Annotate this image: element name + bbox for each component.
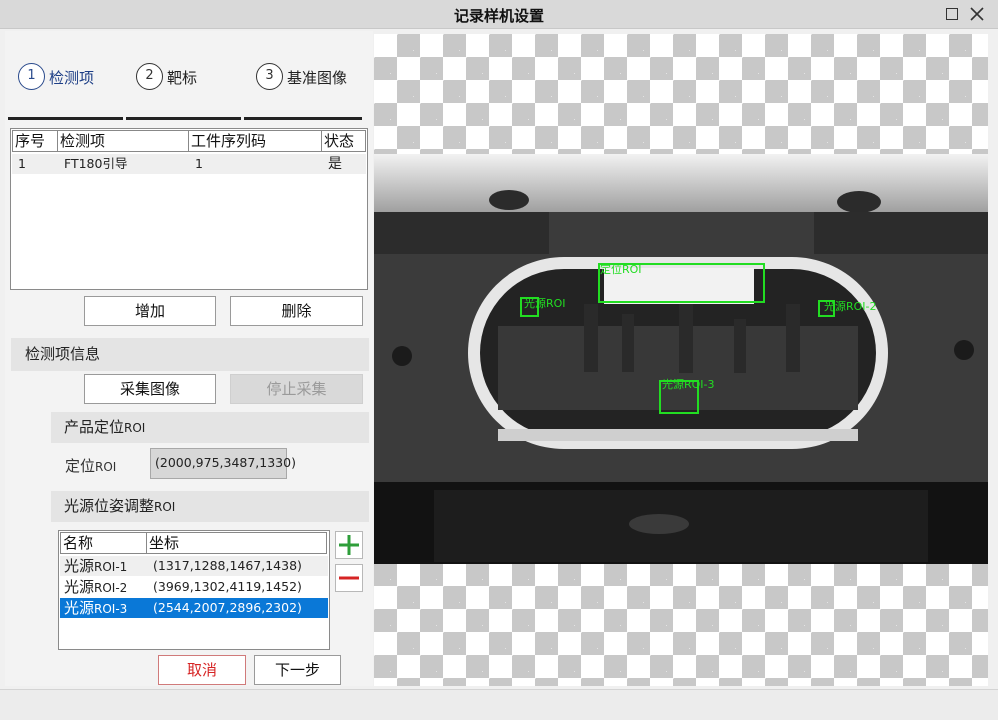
overlay-label-roi1: 光源ROI — [524, 296, 566, 310]
light-roi-table[interactable]: 名称 坐标 光源ROI-1 (1317,1288,1467,1438) 光源RO… — [58, 530, 330, 650]
light-roi-title: 光源位姿调整 — [64, 497, 155, 515]
row-index: 1 — [18, 156, 26, 171]
table-row[interactable]: 光源ROI-2 (3969,1302,4119,1452) — [60, 577, 328, 597]
status-bar — [0, 689, 998, 720]
overlay-label-locate: 定位ROI — [600, 262, 642, 276]
roi-coord: (3969,1302,4119,1452) — [153, 579, 302, 594]
table-header: 名称 坐标 — [60, 532, 327, 554]
roi-name-suffix: ROI-2 — [94, 581, 128, 595]
step-label: 检测项 — [49, 69, 95, 87]
step-label: 靶标 — [167, 69, 198, 87]
table-row[interactable]: 1 FT180引导 1 是 — [12, 154, 366, 174]
locate-roi-value[interactable]: (2000,975,3487,1330) — [150, 448, 296, 479]
detection-items-table[interactable]: 序号 检测项 工件序列码 状态 1 FT180引导 1 是 — [10, 128, 368, 290]
row-serial: 1 — [195, 156, 203, 171]
add-button[interactable]: 增加 — [84, 296, 216, 326]
image-viewer[interactable]: 定位ROI 光源ROI 光源ROI-2 光源ROI-3 — [374, 34, 988, 686]
roi-name-text: 光源 — [64, 599, 95, 617]
cancel-button[interactable]: 取消 — [158, 655, 246, 685]
column-header[interactable]: 名称 — [60, 532, 147, 554]
roi-coord: (2544,2007,2896,2302) — [153, 600, 302, 615]
detection-info-header: 检测项信息 — [11, 338, 369, 371]
roi-name-suffix: ROI-3 — [94, 602, 128, 616]
column-header[interactable]: 序号 — [12, 130, 58, 152]
step-indicator-3 — [244, 117, 362, 120]
product-roi-header: 产品定位ROI — [51, 412, 369, 443]
overlay-label-roi3: 光源ROI-3 — [662, 377, 715, 391]
plus-icon — [339, 535, 359, 555]
stop-capture-button[interactable]: 停止采集 — [230, 374, 363, 404]
table-row-selected[interactable]: 光源ROI-3 (2544,2007,2896,2302) — [60, 598, 328, 618]
roi-name: 光源ROI-1 — [60, 556, 147, 576]
step-number: 2 — [136, 63, 163, 90]
table-row[interactable]: 光源ROI-1 (1317,1288,1467,1438) — [60, 556, 328, 576]
step-label: 基准图像 — [287, 69, 348, 87]
roi-name-text: 光源 — [64, 557, 95, 575]
row-status: 是 — [328, 156, 342, 172]
roi-name-suffix: ROI-1 — [94, 560, 128, 574]
remove-roi-button[interactable] — [335, 564, 363, 592]
step-number: 3 — [256, 63, 283, 90]
product-roi-title-suffix: ROI — [124, 421, 146, 435]
roi-name: 光源ROI-3 — [60, 598, 147, 618]
roi-name: 光源ROI-2 — [60, 577, 147, 597]
step-indicator-1 — [8, 117, 123, 120]
capture-image-button[interactable]: 采集图像 — [84, 374, 216, 404]
maximize-button[interactable] — [942, 4, 962, 24]
close-button[interactable] — [967, 4, 987, 24]
step-indicator-2 — [126, 117, 241, 120]
row-name: FT180引导 — [64, 156, 128, 171]
table-header: 序号 检测项 工件序列码 状态 — [12, 130, 366, 152]
overlay-label-roi2: 光源ROI-2 — [824, 299, 877, 313]
window-title: 记录样机设置 — [453, 7, 544, 25]
column-header[interactable]: 坐标 — [147, 532, 327, 554]
column-header[interactable]: 工件序列码 — [189, 130, 322, 152]
roi-coord: (1317,1288,1467,1438) — [153, 558, 302, 573]
minus-icon — [339, 576, 359, 580]
light-roi-title-suffix: ROI — [154, 500, 176, 514]
camera-image: 定位ROI 光源ROI 光源ROI-2 光源ROI-3 — [374, 154, 988, 564]
roi-name-text: 光源 — [64, 578, 95, 596]
title-bar: 记录样机设置 — [0, 0, 998, 29]
column-header[interactable]: 状态 — [322, 130, 366, 152]
next-step-button[interactable]: 下一步 — [254, 655, 341, 685]
step-number: 1 — [18, 63, 45, 90]
delete-button[interactable]: 删除 — [230, 296, 363, 326]
maximize-icon — [946, 8, 958, 20]
product-roi-title: 产品定位 — [64, 418, 125, 436]
close-icon — [970, 7, 984, 21]
locate-roi-label-suffix: ROI — [95, 460, 117, 474]
settings-panel: 1 检测项 2 靶标 3 基准图像 序号 检测项 工件序列码 状态 1 FT18… — [5, 31, 373, 686]
locate-roi-label-text: 定位 — [65, 457, 96, 475]
column-header[interactable]: 检测项 — [58, 130, 189, 152]
add-roi-button[interactable] — [335, 531, 363, 559]
light-roi-header: 光源位姿调整ROI — [51, 491, 369, 522]
locate-roi-label: 定位ROI — [65, 455, 116, 476]
